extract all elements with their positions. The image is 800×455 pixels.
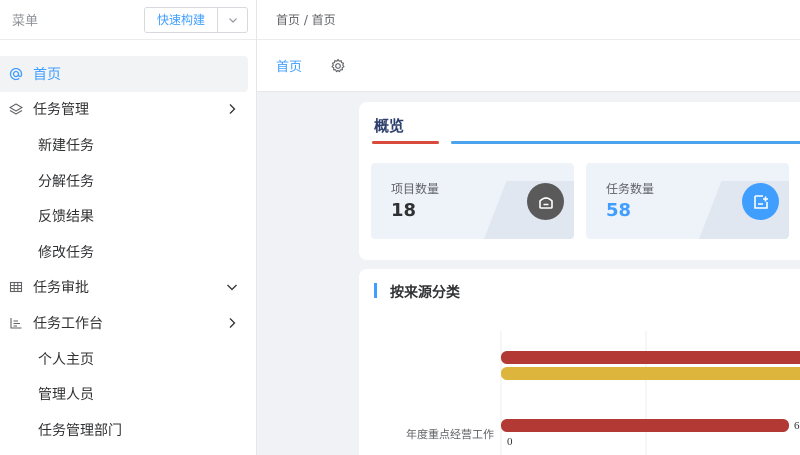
sidebar-header: 菜单 快速构建 [0, 0, 256, 40]
sidebar-item-task-department[interactable]: 任务管理部门 [0, 412, 256, 448]
title-divider [451, 141, 800, 144]
source-chart-card: 按来源分类 年度重点经营工作 0 6 [359, 269, 800, 455]
sidebar-item-label: 任务管理 [33, 102, 89, 119]
chevron-right-icon [229, 104, 236, 115]
gear-icon[interactable] [330, 58, 346, 74]
chevron-right-icon [229, 317, 236, 328]
sidebar: 菜单 快速构建 首页 任务管理 新建任务 分解任务 反馈结果 修改任务 任务审批… [0, 0, 257, 455]
stat-label: 项目数量 [391, 182, 440, 196]
sidebar-item-personal-home[interactable]: 个人主页 [0, 341, 256, 377]
menu-label: 菜单 [12, 14, 39, 29]
at-icon [8, 66, 24, 82]
bar [501, 351, 800, 364]
sidebar-item-label: 新建任务 [38, 137, 94, 154]
stat-value: 58 [606, 200, 632, 221]
sidebar-item-managers[interactable]: 管理人员 [0, 376, 256, 412]
breadcrumb: 首页 / 首页 [276, 13, 336, 27]
source-bar-chart: 年度重点经营工作 0 6 [406, 331, 800, 455]
sidebar-item-split-task[interactable]: 分解任务 [0, 163, 256, 199]
stat-task-count: 任务数量 58 [586, 163, 789, 239]
sidebar-item-feedback[interactable]: 反馈结果 [0, 198, 256, 234]
chevron-down-icon[interactable] [218, 8, 247, 32]
sidebar-item-task-approval[interactable]: 任务审批 [0, 270, 256, 306]
sidebar-item-new-task[interactable]: 新建任务 [0, 127, 256, 163]
overview-title: 概览 [374, 117, 405, 135]
layers-icon [8, 101, 24, 117]
sidebar-item-label: 管理人员 [38, 387, 94, 404]
bar-value-label: 6 [794, 420, 800, 432]
sidebar-item-label: 分解任务 [38, 173, 94, 190]
top-bar: 首页 / 首页 [257, 0, 800, 40]
table-icon [8, 279, 24, 295]
sidebar-item-label: 任务管理部门 [38, 422, 122, 439]
add-note-icon [742, 183, 779, 220]
home-icon [527, 183, 564, 220]
overview-card: 概览 项目数量 18 任务数量 58 [359, 102, 800, 260]
list-chart-icon [8, 315, 24, 331]
sidebar-item-label: 反馈结果 [38, 209, 94, 226]
bar [501, 419, 789, 432]
tab-bar: 首页 [257, 40, 800, 92]
sidebar-item-label: 任务审批 [33, 280, 89, 297]
bar [501, 367, 800, 380]
sidebar-item-home[interactable]: 首页 [0, 56, 248, 92]
title-underline [372, 141, 439, 144]
sidebar-item-task-management[interactable]: 任务管理 [0, 92, 256, 128]
stat-project-count: 项目数量 18 [371, 163, 574, 239]
y-tick-label: 年度重点经营工作 [406, 427, 494, 441]
x-tick-label: 0 [507, 436, 513, 448]
stat-value: 18 [391, 200, 417, 221]
sidebar-item-task-workbench[interactable]: 任务工作台 [0, 305, 256, 341]
sidebar-item-label: 修改任务 [38, 244, 94, 261]
sidebar-item-label: 个人主页 [38, 351, 94, 368]
quick-build-dropdown[interactable]: 快速构建 [143, 6, 248, 33]
sidebar-item-label: 任务工作台 [33, 315, 103, 332]
sidebar-item-label: 首页 [33, 66, 61, 83]
sidebar-menu: 首页 任务管理 新建任务 分解任务 反馈结果 修改任务 任务审批 任务工作台 个… [0, 56, 256, 448]
chevron-down-icon [227, 284, 237, 291]
quick-build-button[interactable]: 快速构建 [145, 7, 218, 32]
stat-label: 任务数量 [606, 182, 655, 196]
sidebar-item-edit-task[interactable]: 修改任务 [0, 234, 256, 270]
tab-home[interactable]: 首页 [276, 56, 302, 75]
